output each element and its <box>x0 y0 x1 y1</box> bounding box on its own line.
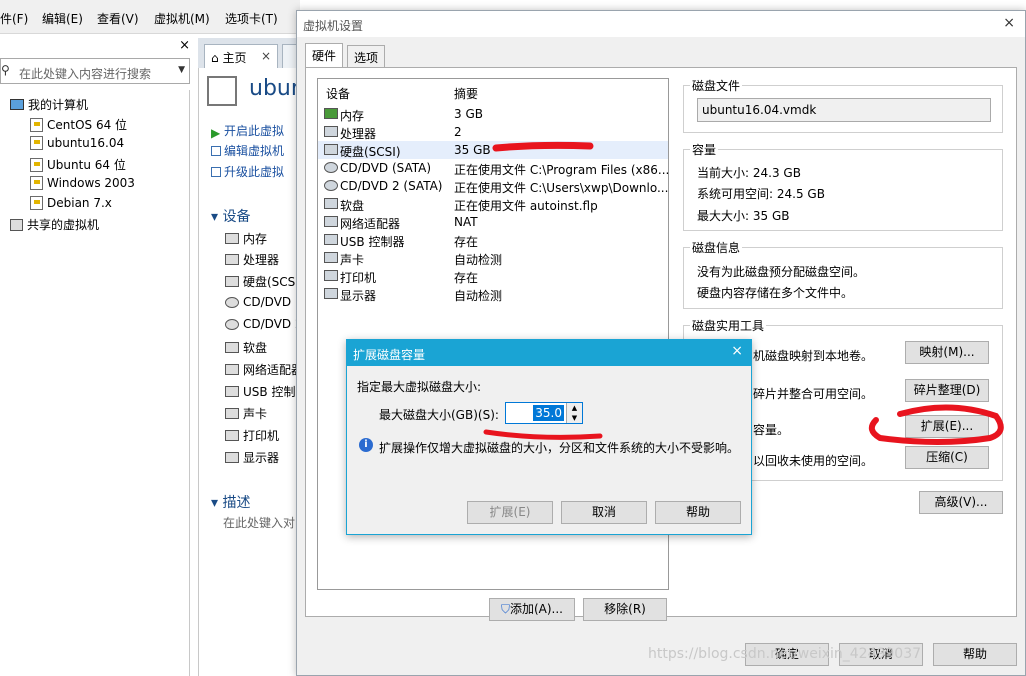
annotation-circle-expand <box>868 404 1004 445</box>
annotation-underline-size <box>483 429 603 440</box>
watermark: https://blog.csdn.net/weixin_42499037 <box>648 646 922 662</box>
annotation-underline-disk <box>492 141 594 152</box>
annotation-layer <box>483 141 1004 445</box>
